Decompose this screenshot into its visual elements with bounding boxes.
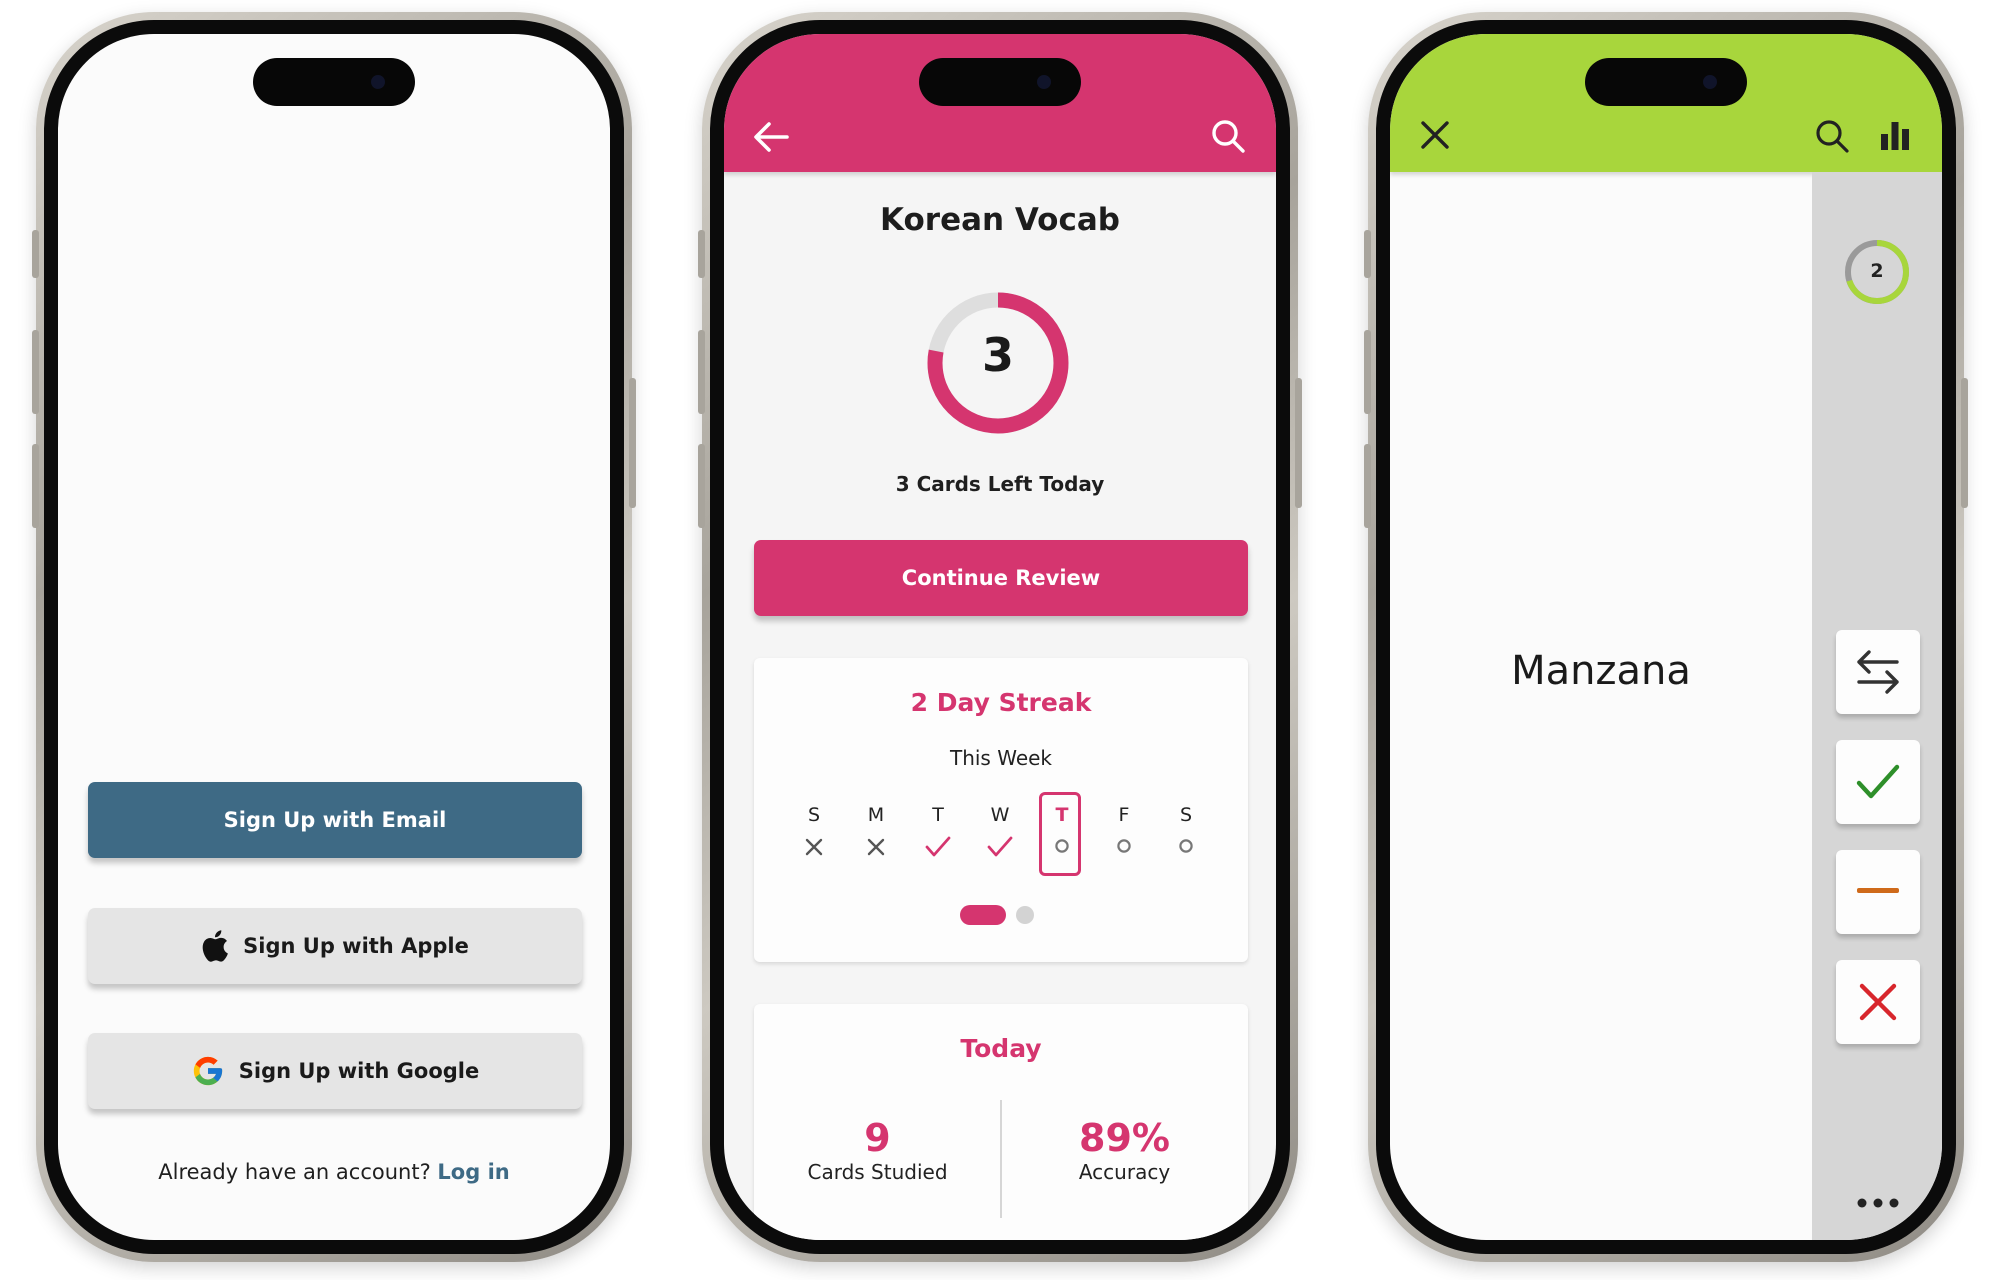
- side-button: [698, 230, 705, 278]
- day-label: S: [1179, 804, 1193, 826]
- streak-subtitle: This Week: [949, 746, 1053, 770]
- minus-icon: [1857, 888, 1899, 896]
- volume-up-button: [1364, 330, 1371, 414]
- page-indicator-active[interactable]: [960, 905, 1006, 925]
- power-button: [1295, 378, 1302, 508]
- cards-studied-value: 9: [864, 1116, 891, 1160]
- day-label: W: [990, 804, 1010, 826]
- signup-apple-button[interactable]: Sign Up with Apple: [88, 908, 582, 984]
- search-icon[interactable]: [1210, 118, 1246, 154]
- stat-accuracy: 89% Accuracy: [1001, 1118, 1248, 1184]
- power-button: [1961, 378, 1968, 508]
- flip-card-button[interactable]: [1836, 630, 1920, 714]
- mark-correct-button[interactable]: [1836, 740, 1920, 824]
- login-prompt: Already have an account? Log in: [58, 1160, 610, 1184]
- signup-email-button[interactable]: Sign Up with Email: [88, 782, 582, 858]
- day-friday: F: [1104, 804, 1144, 858]
- flashcard-word[interactable]: Manzana: [1390, 648, 1812, 694]
- day-sunday: S: [794, 804, 834, 860]
- streak-title: 2 Day Streak: [910, 688, 1092, 717]
- day-label: M: [867, 804, 885, 826]
- check-icon: [1856, 764, 1900, 800]
- day-label: F: [1118, 804, 1130, 826]
- day-tuesday: T: [918, 804, 958, 862]
- day-label: T: [1055, 804, 1069, 826]
- remaining-ring: 2: [1843, 238, 1911, 306]
- day-label: T: [932, 804, 944, 826]
- volume-down-button: [32, 444, 39, 528]
- done-check-icon: [987, 836, 1013, 862]
- missed-x-icon: [805, 838, 823, 860]
- upcoming-circle-icon: [1054, 838, 1070, 858]
- volume-down-button: [1364, 444, 1371, 528]
- missed-x-icon: [867, 838, 885, 860]
- deck-screen: Korean Vocab 3 3 Cards Left Today Contin…: [724, 34, 1276, 1240]
- dynamic-island: [1585, 58, 1747, 106]
- accuracy-label: Accuracy: [1078, 1160, 1171, 1184]
- today-title: Today: [960, 1034, 1042, 1063]
- close-icon[interactable]: [1418, 118, 1452, 152]
- account-prompt-text: Already have an account?: [158, 1160, 431, 1184]
- bar-chart-icon[interactable]: [1878, 118, 1912, 152]
- login-link[interactable]: Log in: [437, 1160, 509, 1184]
- side-button: [1364, 230, 1371, 278]
- signup-screen: Sign Up with Email Sign Up with Apple Si…: [58, 34, 610, 1240]
- upcoming-circle-icon: [1116, 838, 1132, 858]
- signup-google-button[interactable]: Sign Up with Google: [88, 1033, 582, 1109]
- mark-wrong-button[interactable]: [1836, 960, 1920, 1044]
- day-saturday: S: [1166, 804, 1206, 858]
- signup-email-label: Sign Up with Email: [223, 808, 447, 832]
- accuracy-value: 89%: [1079, 1116, 1170, 1160]
- search-icon[interactable]: [1814, 118, 1850, 154]
- signup-google-label: Sign Up with Google: [238, 1059, 480, 1083]
- today-card: Today 9 Cards Studied 89% Accuracy: [754, 1004, 1248, 1240]
- volume-up-button: [698, 330, 705, 414]
- remaining-count: 2: [1870, 260, 1884, 282]
- power-button: [629, 378, 636, 508]
- continue-review-button[interactable]: Continue Review: [754, 540, 1248, 616]
- upcoming-circle-icon: [1178, 838, 1194, 858]
- stat-cards-studied: 9 Cards Studied: [754, 1118, 1001, 1184]
- cards-studied-label: Cards Studied: [807, 1160, 948, 1184]
- volume-up-button: [32, 330, 39, 414]
- signup-apple-label: Sign Up with Apple: [243, 934, 469, 958]
- action-sidebar: 2: [1812, 172, 1942, 1240]
- cards-left-count: 3: [981, 328, 1014, 382]
- day-label: S: [807, 804, 821, 826]
- page-indicator-inactive[interactable]: [1016, 906, 1034, 924]
- back-arrow-icon[interactable]: [752, 120, 790, 154]
- apple-icon: [201, 930, 229, 962]
- swap-arrows-icon: [1853, 647, 1903, 697]
- cards-left-label: 3 Cards Left Today: [895, 472, 1105, 496]
- day-wednesday: W: [980, 804, 1020, 862]
- day-thursday: T: [1042, 804, 1082, 858]
- dynamic-island: [253, 58, 415, 106]
- phone-review: Manzana 2: [1364, 12, 1968, 1262]
- google-icon: [191, 1054, 225, 1088]
- phone-signup: Sign Up with Email Sign Up with Apple Si…: [32, 12, 636, 1262]
- mark-unsure-button[interactable]: [1836, 850, 1920, 934]
- x-icon: [1858, 982, 1898, 1022]
- phone-deck: Korean Vocab 3 3 Cards Left Today Contin…: [698, 12, 1302, 1262]
- volume-down-button: [698, 444, 705, 528]
- deck-title: Korean Vocab: [880, 202, 1120, 238]
- review-screen: Manzana 2: [1390, 34, 1942, 1240]
- done-check-icon: [925, 836, 951, 862]
- continue-review-label: Continue Review: [901, 566, 1101, 590]
- more-options-icon[interactable]: [1856, 1196, 1900, 1210]
- side-button: [32, 230, 39, 278]
- cards-left-ring: 3: [923, 288, 1073, 438]
- streak-card: 2 Day Streak This Week S M T W T F S: [754, 658, 1248, 962]
- day-monday: M: [856, 804, 896, 860]
- dynamic-island: [919, 58, 1081, 106]
